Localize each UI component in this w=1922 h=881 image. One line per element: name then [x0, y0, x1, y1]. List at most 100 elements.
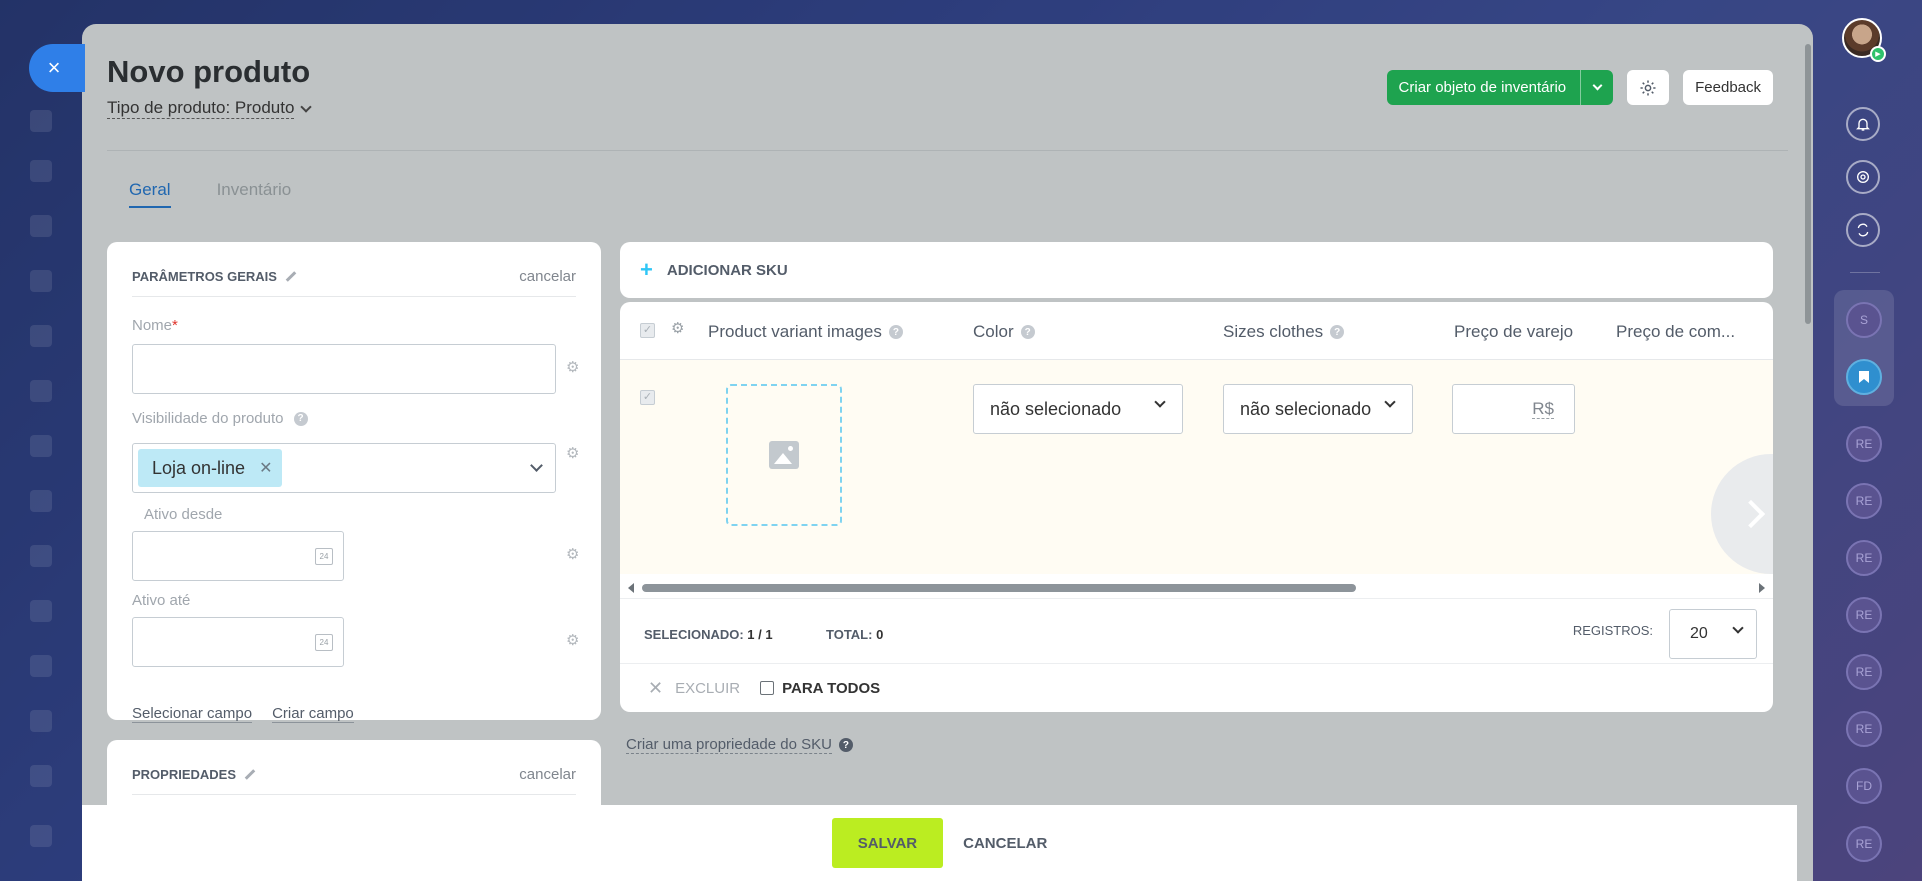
image-upload-area[interactable]	[726, 384, 842, 526]
bell-icon[interactable]	[1846, 107, 1880, 141]
active-to-input[interactable]: 24	[132, 617, 344, 667]
name-label-text: Nome	[132, 317, 173, 334]
chat-avatar[interactable]: S	[1846, 302, 1882, 338]
create-inventory-label[interactable]: Criar objeto de inventário	[1387, 70, 1582, 105]
product-type-selector[interactable]: Tipo de produto: Produto	[107, 98, 313, 119]
gear-icon[interactable]: ⚙	[566, 360, 580, 375]
cancel-button[interactable]: CANCELAR	[963, 835, 1047, 852]
pencil-icon[interactable]	[244, 769, 256, 780]
product-slider: Novo produto Tipo de produto: Produto Cr…	[82, 24, 1813, 881]
delete-button[interactable]: ✕ EXCLUIR	[648, 678, 740, 699]
visibility-field-label: Visibilidade do produto ?	[132, 410, 308, 427]
for-all-checkbox[interactable]: PARA TODOS	[760, 680, 880, 697]
scrollbar-thumb[interactable]	[642, 584, 1356, 592]
gear-icon[interactable]: ⚙	[566, 446, 580, 461]
chat-avatar[interactable]: RE	[1846, 540, 1882, 576]
sync-chat-icon[interactable]	[1846, 213, 1880, 247]
help-icon[interactable]: ?	[1330, 325, 1345, 339]
column-header[interactable]: Preço de com...	[1616, 322, 1735, 342]
field-links: Selecionar campo Criar campo	[132, 705, 354, 723]
pencil-icon[interactable]	[285, 271, 297, 282]
currency-label[interactable]: R$	[1532, 399, 1554, 419]
create-sku-property-link[interactable]: Criar uma propriedade do SKU ?	[626, 736, 853, 754]
calendar-icon[interactable]: 24	[315, 548, 333, 565]
create-inventory-dropdown[interactable]	[1581, 70, 1613, 105]
divider	[132, 794, 576, 795]
help-icon[interactable]: ?	[1020, 325, 1035, 339]
bookmark-icon[interactable]	[1846, 359, 1882, 395]
size-select[interactable]: não selecionado	[1223, 384, 1413, 434]
tab-general[interactable]: Geral	[129, 180, 171, 208]
scroll-right-arrow-icon[interactable]	[1759, 583, 1765, 593]
scroll-left-arrow-icon[interactable]	[628, 583, 634, 593]
active-from-label: Ativo desde	[144, 506, 223, 523]
visibility-tag: Loja on-line ✕	[138, 449, 283, 487]
general-params-cancel-link[interactable]: cancelar	[519, 268, 576, 285]
delete-label: EXCLUIR	[675, 679, 741, 697]
column-header[interactable]: Product variant images ?	[708, 322, 903, 342]
slider-scrollbar[interactable]	[1803, 44, 1813, 344]
menu-ghost-icon	[30, 110, 52, 132]
create-inventory-button[interactable]: Criar objeto de inventário	[1386, 70, 1614, 105]
header-actions: Criar objeto de inventário Feedback	[1386, 70, 1773, 105]
records-per-page-select[interactable]: 20	[1669, 609, 1757, 659]
active-from-input[interactable]: 24	[132, 531, 344, 581]
color-select[interactable]: não selecionado	[973, 384, 1183, 434]
close-icon: ×	[47, 55, 61, 80]
visibility-label-text: Visibilidade do produto	[132, 410, 284, 427]
column-header[interactable]: Preço de varejo	[1454, 322, 1573, 342]
help-icon[interactable]: ?	[293, 411, 308, 426]
menu-ghost-icon	[30, 545, 52, 567]
chevron-down-icon	[1592, 80, 1603, 91]
select-all-checkbox[interactable]: ✓	[640, 323, 655, 338]
chat-avatar[interactable]: RE	[1846, 711, 1882, 747]
gear-icon[interactable]: ⚙	[671, 321, 685, 336]
chat-avatar[interactable]: RE	[1846, 654, 1882, 690]
select-field-link[interactable]: Selecionar campo	[132, 705, 253, 723]
horizontal-scrollbar[interactable]	[628, 580, 1765, 594]
gear-icon[interactable]: ⚙	[566, 547, 580, 562]
retail-price-input[interactable]: R$	[1452, 384, 1575, 434]
color-select-value: não selecionado	[990, 398, 1122, 419]
calendar-icon[interactable]: 24	[315, 634, 333, 651]
size-select-value: não selecionado	[1240, 398, 1372, 419]
gear-icon[interactable]: ⚙	[566, 633, 580, 648]
general-params-header: PARÂMETROS GERAIS cancelar	[132, 268, 576, 285]
name-input[interactable]	[132, 344, 556, 394]
scroll-right-button[interactable]	[1711, 454, 1773, 574]
settings-button[interactable]	[1627, 70, 1670, 105]
close-slider-button[interactable]: ×	[29, 44, 85, 92]
chat-avatar[interactable]: RE	[1846, 826, 1882, 862]
help-icon[interactable]: ?	[888, 325, 903, 339]
chat-avatar[interactable]: FD	[1846, 768, 1882, 804]
tabs: Geral Inventário	[129, 180, 291, 208]
total-label: TOTAL:	[826, 627, 873, 642]
chevron-right-icon	[1736, 499, 1766, 529]
feedback-button[interactable]: Feedback	[1683, 70, 1773, 105]
column-header[interactable]: Sizes clothes ?	[1223, 322, 1345, 342]
tab-inventory[interactable]: Inventário	[217, 180, 292, 208]
column-header[interactable]: Color ?	[973, 322, 1035, 342]
menu-ghost-icon	[30, 490, 52, 512]
row-checkbox[interactable]: ✓	[640, 390, 655, 405]
divider	[1850, 272, 1880, 273]
records-value: 20	[1690, 625, 1708, 642]
properties-cancel-link[interactable]: cancelar	[519, 766, 576, 783]
general-params-title: PARÂMETROS GERAIS	[132, 269, 277, 284]
menu-ghost-icon	[30, 765, 52, 787]
create-field-link[interactable]: Criar campo	[272, 705, 354, 723]
chat-avatar[interactable]: RE	[1846, 426, 1882, 462]
target-icon[interactable]	[1846, 160, 1880, 194]
help-icon[interactable]: ?	[838, 738, 853, 752]
save-button[interactable]: SALVAR	[831, 818, 944, 868]
add-sku-button[interactable]: + ADICIONAR SKU	[620, 242, 1773, 298]
chat-avatar[interactable]: RE	[1846, 597, 1882, 633]
chat-avatar[interactable]: RE	[1846, 483, 1882, 519]
records-label: REGISTROS:	[1572, 623, 1653, 638]
checkbox[interactable]	[760, 681, 775, 695]
header-divider	[107, 150, 1788, 151]
visibility-select[interactable]: Loja on-line ✕	[132, 443, 556, 493]
chevron-down-icon	[530, 459, 543, 472]
gear-icon	[1640, 80, 1656, 95]
remove-tag-icon[interactable]: ✕	[259, 458, 272, 478]
